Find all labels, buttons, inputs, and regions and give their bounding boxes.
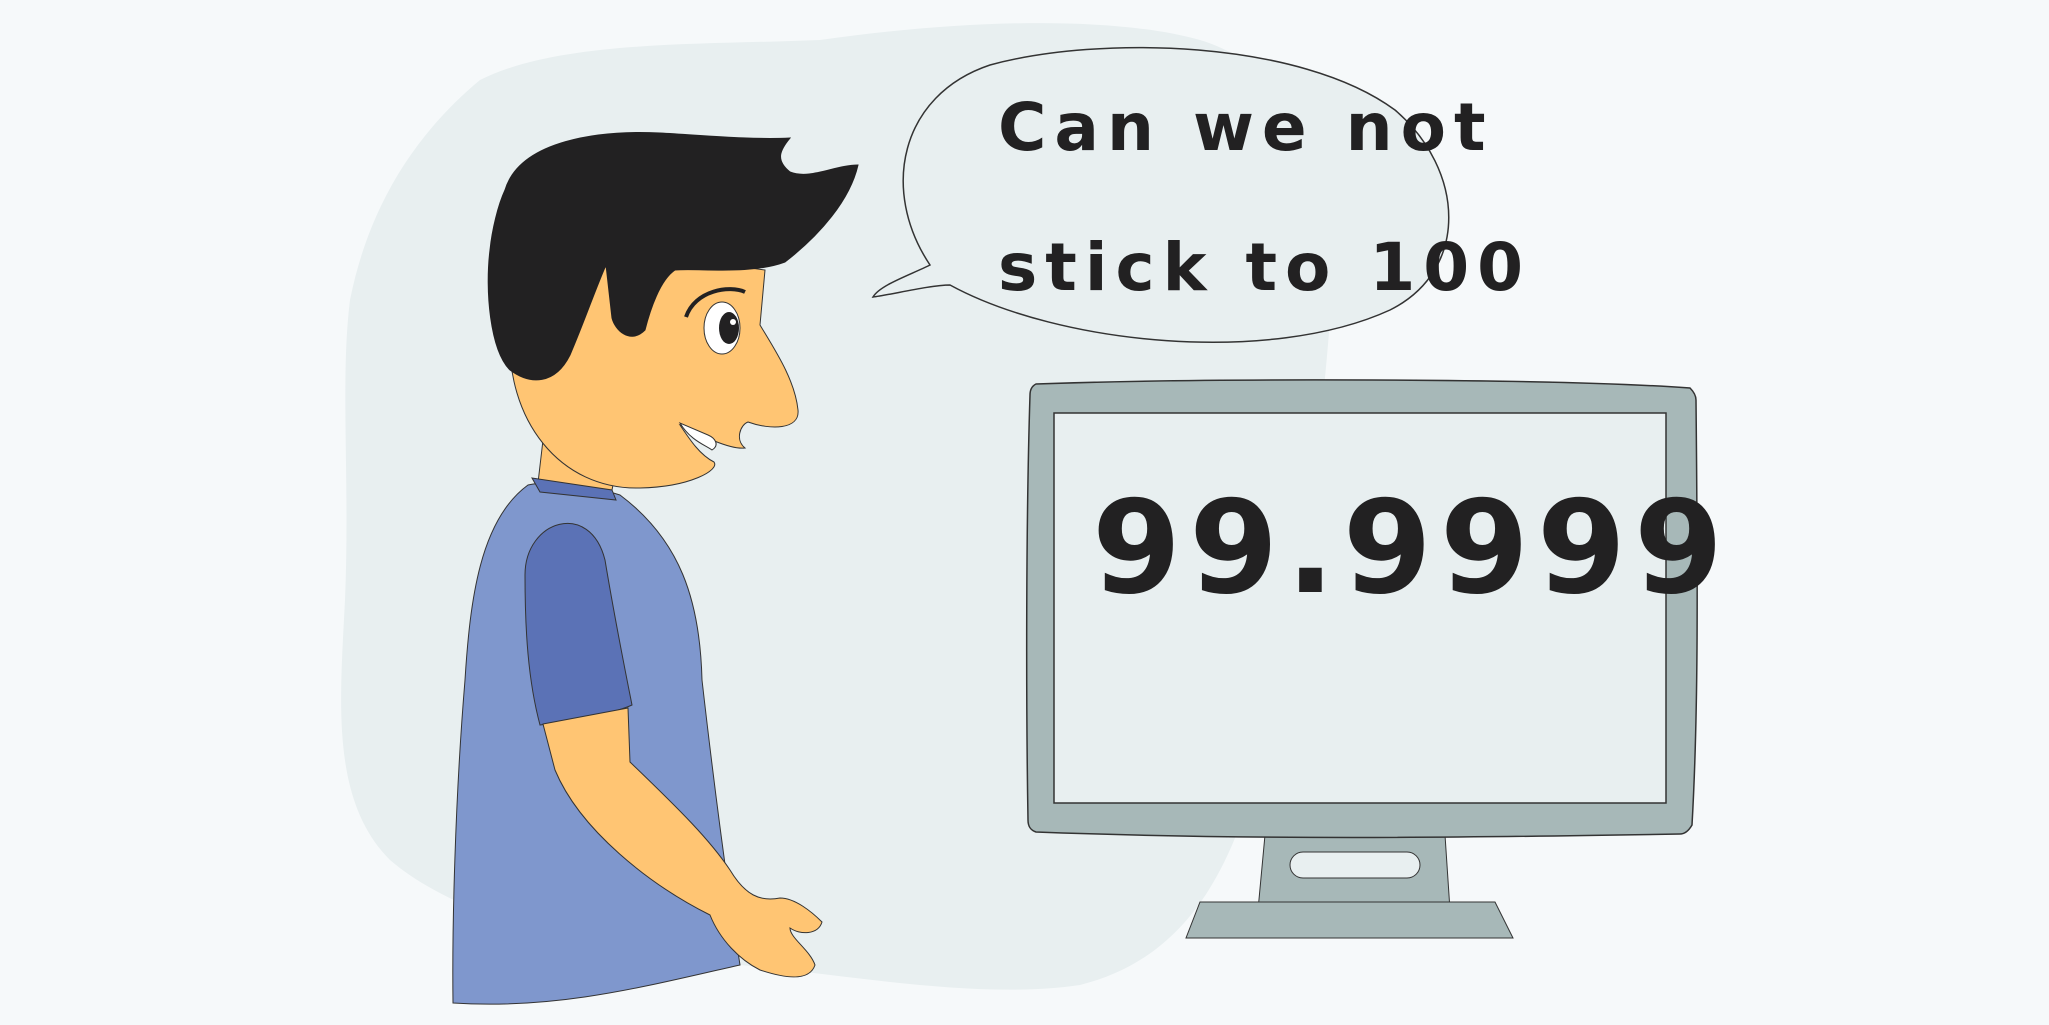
speech-bubble-line-2: stick to 100	[998, 229, 1531, 306]
illustration-canvas: Can we not stick to 100 99.9999	[341, 23, 1731, 1005]
monitor-stand-slot	[1289, 851, 1421, 879]
monitor-stand-base	[1185, 901, 1514, 939]
speech-bubble-line-1: Can we not	[998, 89, 1494, 166]
monitor-display-value: 99.9999	[1092, 474, 1731, 623]
person-eye-highlight	[730, 319, 736, 325]
illustration-scene: Can we not stick to 100 99.9999	[0, 0, 2049, 1025]
person-pupil	[719, 312, 739, 344]
